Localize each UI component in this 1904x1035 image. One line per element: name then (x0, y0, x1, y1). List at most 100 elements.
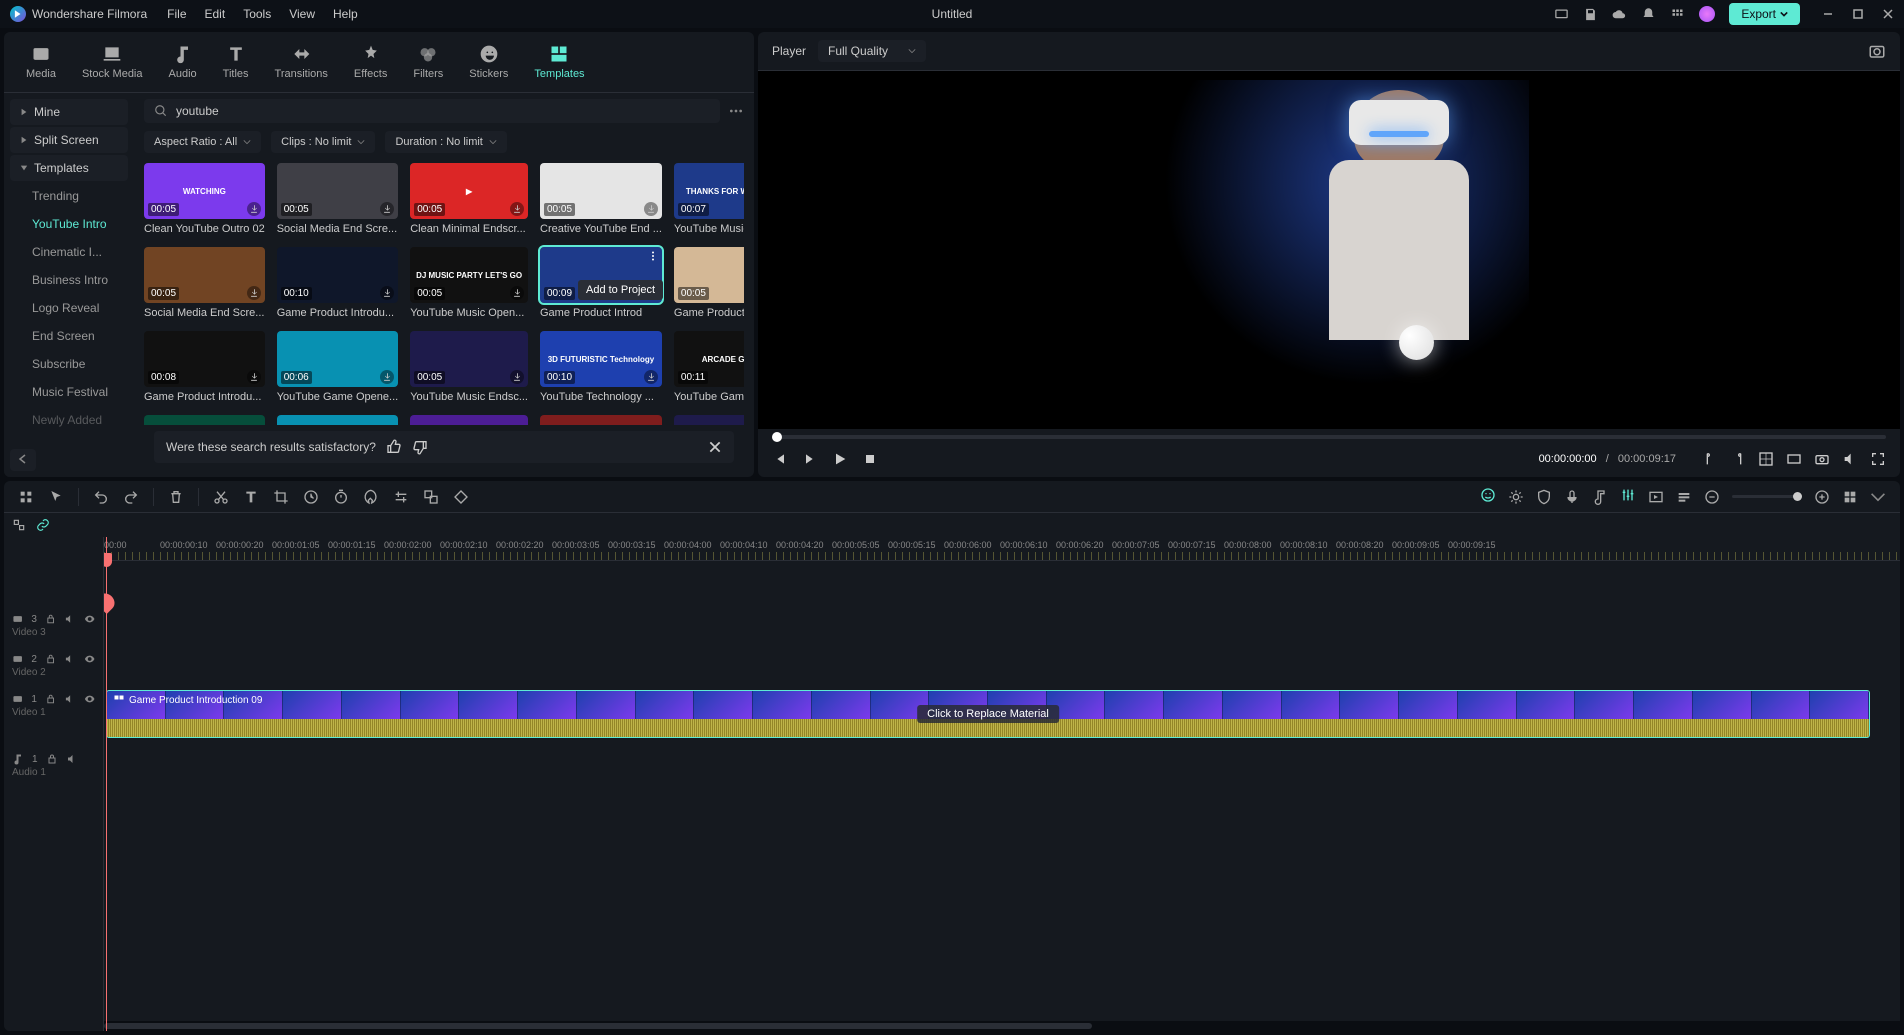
chevron-down-icon[interactable] (1870, 489, 1886, 505)
zoom-out-icon[interactable] (1704, 489, 1720, 505)
more-icon[interactable] (647, 250, 659, 262)
template-card[interactable]: 3D FUTURISTIC Technology00:10YouTube Tec… (540, 331, 662, 403)
tab-templates[interactable]: Templates (526, 40, 592, 84)
template-card[interactable]: THANKS FOR WATCHING00:07YouTube Music En… (674, 163, 744, 235)
download-icon[interactable] (644, 202, 658, 216)
sidebar-item-trending[interactable]: Trending (10, 183, 128, 209)
more-icon[interactable] (728, 103, 744, 119)
stop-icon[interactable] (862, 451, 878, 467)
lock-icon[interactable] (45, 693, 56, 705)
download-icon[interactable] (247, 286, 261, 300)
template-thumbnail[interactable]: 00:05 (540, 163, 662, 219)
timeline-clip[interactable]: Game Product Introduction 09 Click to Re… (106, 690, 1870, 738)
download-icon[interactable] (247, 370, 261, 384)
sidebar-item-subscribe[interactable]: Subscribe (10, 351, 128, 377)
mixer-icon[interactable] (1620, 487, 1636, 503)
compare-icon[interactable] (1786, 451, 1802, 467)
sidebar-collapse-button[interactable] (10, 449, 36, 471)
template-card[interactable]: 00:05Creative YouTube End ... (540, 163, 662, 235)
play-icon[interactable] (832, 451, 848, 467)
sidebar-group-mine[interactable]: Mine (10, 99, 128, 125)
template-thumbnail[interactable] (410, 415, 528, 425)
filter-aspect-ratio[interactable]: Aspect Ratio : All (144, 131, 261, 153)
maximize-icon[interactable] (1852, 8, 1864, 20)
menu-edit[interactable]: Edit (205, 7, 226, 21)
filter-duration[interactable]: Duration : No limit (385, 131, 506, 153)
template-thumbnail[interactable]: 00:05 (674, 247, 744, 303)
crop-icon[interactable] (273, 489, 289, 505)
visibility-icon[interactable] (84, 613, 95, 625)
mute-icon[interactable] (64, 613, 75, 625)
mark-out-icon[interactable] (1730, 451, 1746, 467)
zoom-fit-icon[interactable] (1842, 489, 1858, 505)
player-progress-bar[interactable] (772, 435, 1886, 439)
track-video-1[interactable]: Game Product Introduction 09 Click to Re… (104, 685, 1900, 745)
player-quality-dropdown[interactable]: Full Quality (818, 40, 926, 62)
sidebar-item-business-intro[interactable]: Business Intro (10, 267, 128, 293)
player-viewport[interactable] (758, 71, 1900, 429)
mark-in-icon[interactable] (1702, 451, 1718, 467)
template-thumbnail[interactable]: 00:05 (277, 163, 399, 219)
ai-icon[interactable] (1480, 487, 1496, 503)
thumbs-down-icon[interactable] (412, 439, 428, 455)
next-frame-icon[interactable] (802, 451, 818, 467)
mute-icon[interactable] (66, 753, 78, 765)
apps-icon[interactable] (1670, 7, 1685, 22)
sidebar-group-split-screen[interactable]: Split Screen (10, 127, 128, 153)
template-card[interactable]: ▶00:05Clean Minimal Endscr... (410, 163, 528, 235)
select-tool-icon[interactable] (18, 489, 34, 505)
tab-stickers[interactable]: Stickers (461, 40, 516, 84)
volume-icon[interactable] (1842, 451, 1858, 467)
tab-stock-media[interactable]: Stock Media (74, 40, 151, 84)
template-thumbnail[interactable]: ARCADE GAMES00:11 (674, 331, 744, 387)
template-thumbnail[interactable]: 00:05 (144, 247, 265, 303)
sidebar-item-cinematic[interactable]: Cinematic I... (10, 239, 128, 265)
template-thumbnail[interactable]: GAME PUNK (674, 415, 744, 425)
tab-titles[interactable]: Titles (215, 40, 257, 84)
download-icon[interactable] (380, 370, 394, 384)
template-card[interactable]: 00:08Game Product Introdu... (144, 331, 265, 403)
lock-track-icon[interactable] (12, 518, 26, 532)
template-card[interactable]: WATCHING00:05Clean YouTube Outro 02 (144, 163, 265, 235)
delete-icon[interactable] (168, 489, 184, 505)
template-card[interactable]: GAME PUNK (674, 415, 744, 425)
lock-icon[interactable] (45, 653, 56, 665)
render-icon[interactable] (1648, 489, 1664, 505)
download-icon[interactable] (510, 202, 524, 216)
mute-icon[interactable] (64, 653, 75, 665)
mic-icon[interactable] (1564, 489, 1580, 505)
download-icon[interactable] (247, 202, 261, 216)
thumbs-up-icon[interactable] (386, 439, 402, 455)
menu-file[interactable]: File (167, 7, 186, 21)
close-icon[interactable] (708, 440, 722, 454)
visibility-icon[interactable] (84, 693, 95, 705)
template-thumbnail[interactable]: ▶00:05 (410, 163, 528, 219)
template-thumbnail[interactable]: DJ MUSIC PARTY LET'S GO00:05 (410, 247, 528, 303)
avatar[interactable] (1699, 6, 1715, 22)
download-icon[interactable] (510, 286, 524, 300)
template-card[interactable]: 00:05Social Media End Scre... (277, 163, 399, 235)
pointer-tool-icon[interactable] (48, 489, 64, 505)
timer-icon[interactable] (333, 489, 349, 505)
template-card[interactable]: 00:05Social Media End Scre... (144, 247, 265, 319)
cut-icon[interactable] (213, 489, 229, 505)
export-button[interactable]: Export (1729, 3, 1800, 25)
snapshot-icon[interactable] (1868, 42, 1886, 60)
template-card[interactable] (410, 415, 528, 425)
zoom-slider[interactable] (1732, 495, 1802, 498)
keyframe-icon[interactable] (453, 489, 469, 505)
save-icon[interactable] (1583, 7, 1598, 22)
template-thumbnail[interactable]: 3D FUTURISTIC Technology00:10 (540, 331, 662, 387)
menu-tools[interactable]: Tools (243, 7, 271, 21)
adjust-icon[interactable] (393, 489, 409, 505)
template-thumbnail[interactable]: Let's play 3D Games (144, 415, 265, 425)
sidebar-item-end-screen[interactable]: End Screen (10, 323, 128, 349)
template-thumbnail[interactable]: MUSIC PARTY (540, 415, 662, 425)
template-card[interactable]: 00:06YouTube Game Opene... (277, 331, 399, 403)
template-thumbnail[interactable]: 00:10 (277, 247, 399, 303)
visibility-icon[interactable] (84, 653, 95, 665)
mute-icon[interactable] (64, 693, 75, 705)
tab-audio[interactable]: Audio (161, 40, 205, 84)
lock-icon[interactable] (45, 613, 56, 625)
download-icon[interactable] (510, 370, 524, 384)
